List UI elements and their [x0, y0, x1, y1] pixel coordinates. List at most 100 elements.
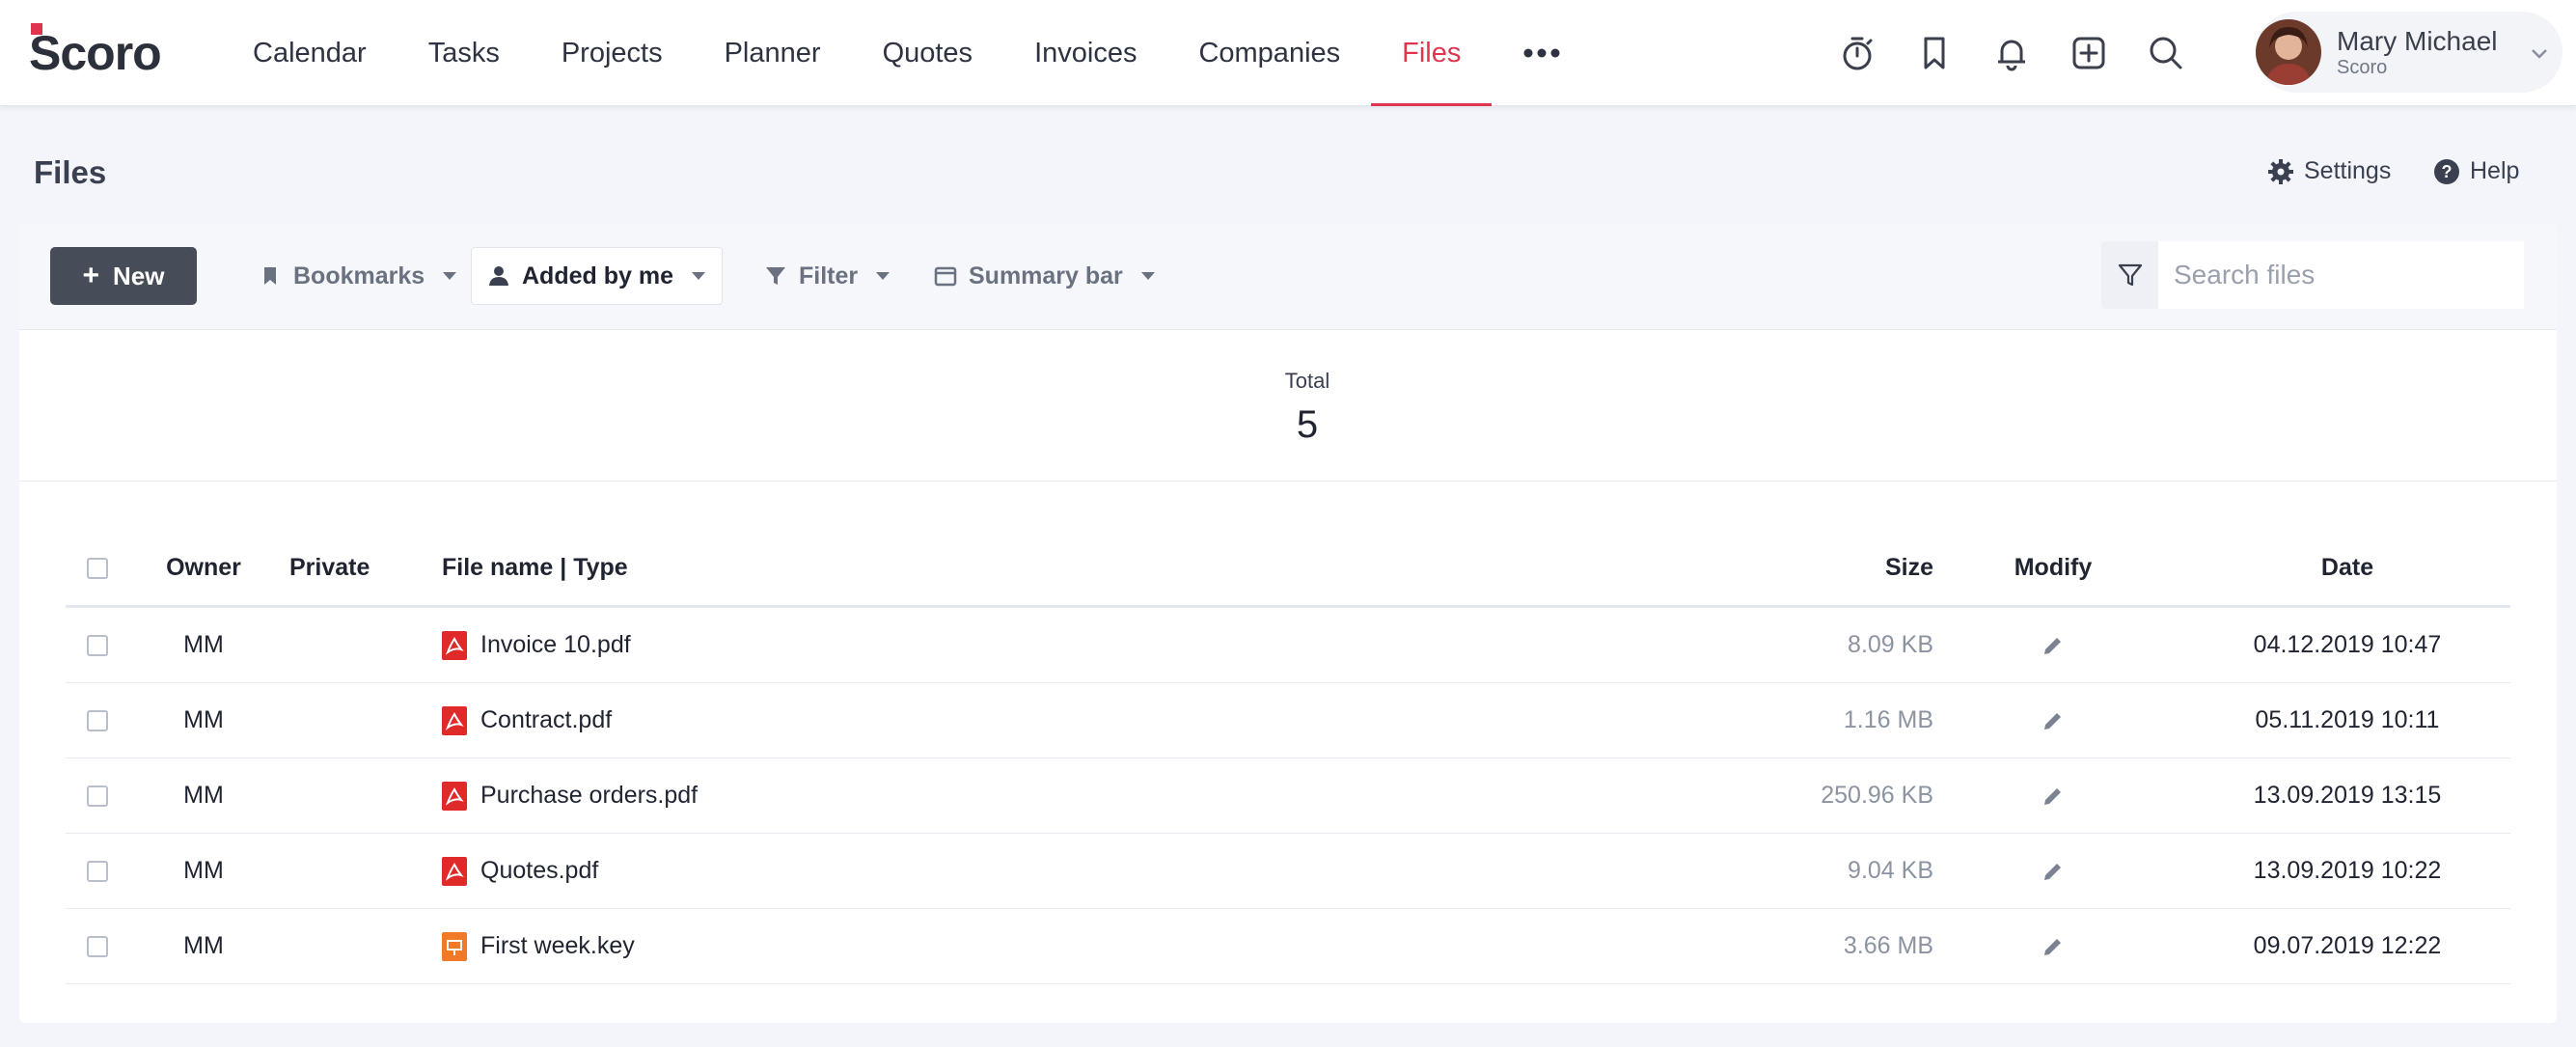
row-size: 250.96 KB	[1821, 782, 1933, 809]
nav-item-files[interactable]: Files	[1371, 0, 1493, 106]
chevron-down-icon	[2532, 49, 2547, 59]
column-header-file-name[interactable]: File name | Type	[442, 531, 1214, 605]
row-owner: MM	[183, 932, 224, 959]
column-header-modify: Modify	[2014, 554, 2093, 581]
row-checkbox[interactable]	[87, 860, 108, 882]
select-all-checkbox[interactable]	[87, 557, 108, 579]
help-label: Help	[2470, 157, 2520, 184]
file-name-link[interactable]: Invoice 10.pdf	[480, 631, 631, 659]
table-row: MM Quotes.pdf 9.04 KB 13.09.2019 10:22	[66, 834, 2510, 909]
user-menu[interactable]: Mary Michael Scoro	[2256, 12, 2562, 93]
pencil-icon[interactable]	[2041, 784, 2066, 809]
row-size: 8.09 KB	[1848, 631, 1933, 658]
top-navigation-bar: Scoro Calendar Tasks Projects Planner Qu…	[0, 0, 2576, 106]
filter-label: Filter	[799, 262, 859, 289]
nav-item-companies[interactable]: Companies	[1167, 0, 1371, 106]
funnel-outline-icon	[2118, 263, 2142, 287]
row-owner: MM	[183, 782, 224, 809]
search-box	[2101, 241, 2524, 309]
add-box-icon[interactable]	[2069, 34, 2108, 72]
added-by-me-label: Added by me	[522, 262, 673, 289]
logo-wordmark: Scoro	[29, 26, 161, 79]
bookmarks-dropdown[interactable]: Bookmarks	[243, 247, 473, 305]
table-header-row: Owner Private File name | Type Size Modi…	[66, 531, 2510, 608]
main-nav: Calendar Tasks Projects Planner Quotes I…	[222, 0, 1592, 106]
row-checkbox[interactable]	[87, 785, 108, 807]
user-icon	[489, 266, 508, 286]
column-header-private[interactable]: Private	[289, 531, 396, 605]
settings-label: Settings	[2304, 157, 2392, 184]
search-filter-button[interactable]	[2101, 241, 2158, 309]
nav-item-calendar[interactable]: Calendar	[222, 0, 397, 106]
more-horizontal-icon[interactable]	[1492, 0, 1592, 106]
pencil-icon[interactable]	[2041, 633, 2066, 658]
row-private	[289, 909, 396, 983]
pdf-file-icon	[442, 856, 467, 886]
filter-dropdown[interactable]: Filter	[749, 247, 906, 305]
keynote-file-icon	[442, 931, 467, 961]
row-checkbox[interactable]	[87, 935, 108, 957]
row-owner: MM	[183, 857, 224, 884]
pdf-file-icon	[442, 781, 467, 811]
table-row: MM Purchase orders.pdf 250.96 KB 13.09.2…	[66, 758, 2510, 834]
settings-link[interactable]: Settings	[2267, 157, 2391, 185]
row-owner: MM	[183, 631, 224, 658]
caret-down-icon	[443, 272, 457, 280]
nav-item-planner[interactable]: Planner	[694, 0, 852, 106]
total-label: Total	[1284, 369, 1330, 393]
avatar	[2256, 19, 2321, 85]
column-header-date[interactable]: Date	[2188, 531, 2507, 605]
nav-item-tasks[interactable]: Tasks	[397, 0, 531, 106]
files-panel: + New Bookmarks Added by me Filter Summa…	[19, 224, 2557, 1023]
pencil-icon[interactable]	[2041, 859, 2066, 884]
help-link[interactable]: ? Help	[2433, 157, 2519, 185]
summary-bar-dropdown[interactable]: Summary bar	[918, 247, 1171, 305]
summary-bar-label: Summary bar	[969, 262, 1123, 289]
bookmark-icon	[264, 267, 276, 285]
row-date: 09.07.2019 12:22	[2253, 932, 2442, 959]
user-company: Scoro	[2337, 57, 2388, 78]
files-table: Owner Private File name | Type Size Modi…	[66, 531, 2510, 984]
row-private	[289, 608, 396, 682]
column-header-size[interactable]: Size	[1706, 531, 1933, 605]
file-name-link[interactable]: Quotes.pdf	[480, 857, 598, 885]
plus-icon: +	[82, 260, 100, 291]
row-private	[289, 683, 396, 758]
timer-icon[interactable]	[1838, 34, 1877, 72]
pencil-icon[interactable]	[2041, 934, 2066, 959]
row-date: 05.11.2019 10:11	[2255, 706, 2440, 733]
row-private	[289, 758, 396, 833]
row-checkbox[interactable]	[87, 709, 108, 731]
new-button[interactable]: + New	[50, 247, 197, 305]
row-size: 9.04 KB	[1848, 857, 1933, 884]
nav-item-projects[interactable]: Projects	[531, 0, 694, 106]
file-name-link[interactable]: First week.key	[480, 932, 635, 960]
added-by-me-dropdown[interactable]: Added by me	[471, 247, 723, 305]
column-header-owner[interactable]: Owner	[160, 531, 247, 605]
caret-down-icon	[876, 272, 891, 280]
user-name: Mary Michael	[2337, 26, 2498, 56]
file-name-link[interactable]: Purchase orders.pdf	[480, 782, 698, 810]
table-row: MM Contract.pdf 1.16 MB 05.11.2019 10:11	[66, 683, 2510, 758]
row-date: 13.09.2019 10:22	[2253, 857, 2442, 884]
nav-item-quotes[interactable]: Quotes	[852, 0, 1004, 106]
pdf-file-icon	[442, 630, 467, 660]
caret-down-icon	[691, 272, 705, 280]
row-checkbox[interactable]	[87, 634, 108, 656]
pencil-icon[interactable]	[2041, 708, 2066, 733]
file-name-link[interactable]: Contract.pdf	[480, 706, 612, 734]
gear-icon	[2268, 158, 2293, 184]
bell-icon[interactable]	[1992, 34, 2031, 72]
table-row: MM First week.key 3.66 MB 09.07.2019 12:…	[66, 909, 2510, 984]
bookmark-icon[interactable]	[1915, 34, 1954, 72]
search-input[interactable]	[2158, 241, 2524, 309]
table-row: MM Invoice 10.pdf 8.09 KB 04.12.2019 10:…	[66, 608, 2510, 683]
row-date: 13.09.2019 13:15	[2253, 782, 2442, 809]
scoro-logo[interactable]: Scoro	[29, 21, 183, 80]
summary-bar: Total 5	[19, 330, 2557, 482]
nav-item-invoices[interactable]: Invoices	[1003, 0, 1167, 106]
page-title: Files	[34, 154, 107, 190]
svg-text:?: ?	[2442, 162, 2453, 181]
search-icon[interactable]	[2147, 34, 2185, 72]
row-private	[289, 834, 396, 908]
